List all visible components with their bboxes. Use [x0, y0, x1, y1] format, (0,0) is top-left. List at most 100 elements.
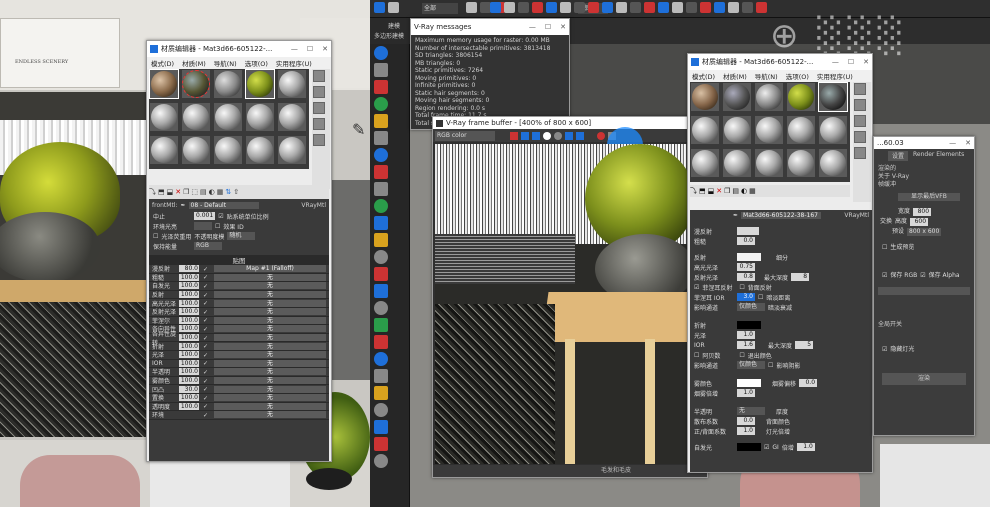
- uv-tiling-icon[interactable]: [854, 131, 866, 143]
- rotate-tool-icon[interactable]: [532, 2, 543, 13]
- material-type-button[interactable]: VRayMtl: [844, 212, 869, 219]
- sample-slot[interactable]: [786, 82, 816, 112]
- height-field[interactable]: 600: [910, 218, 929, 226]
- sample-slot[interactable]: [786, 115, 816, 145]
- background-icon[interactable]: [313, 102, 325, 114]
- sample-slot[interactable]: [181, 102, 211, 132]
- put-scene-icon[interactable]: ⬒: [699, 187, 706, 195]
- show-map-icon[interactable]: ▦: [217, 188, 224, 196]
- put-scene-icon[interactable]: ⬒: [158, 188, 165, 196]
- helper-icon[interactable]: [374, 182, 388, 196]
- ior-field[interactable]: 1.6: [737, 341, 755, 349]
- close-button[interactable]: ✕: [560, 23, 566, 31]
- menu-material[interactable]: 材质(M): [182, 58, 206, 68]
- track-icon[interactable]: [597, 131, 605, 140]
- map-enable-check[interactable]: ✓: [203, 378, 210, 385]
- grid-icon[interactable]: [742, 2, 753, 13]
- map-slot-button[interactable]: 无: [214, 385, 326, 393]
- map-amount-field[interactable]: 100.0: [179, 299, 199, 307]
- window-icon[interactable]: [504, 2, 515, 13]
- map-enable-check[interactable]: ✓: [203, 395, 210, 402]
- gloss-field[interactable]: 1.0: [737, 331, 755, 339]
- geometry-icon[interactable]: [374, 216, 388, 230]
- map-amount-field[interactable]: 100.0: [179, 342, 199, 350]
- backlight-icon[interactable]: [313, 86, 325, 98]
- map-enable-check[interactable]: ✓: [203, 403, 210, 410]
- channel-dropdown[interactable]: RGB color: [435, 130, 495, 141]
- gi-check[interactable]: ☑: [764, 444, 769, 451]
- select-icon[interactable]: [374, 46, 388, 60]
- tube-icon[interactable]: [374, 420, 388, 434]
- unit-scale-check[interactable]: ☑: [218, 213, 223, 220]
- map-slot-button[interactable]: Map #1 (Falloff): [214, 265, 326, 273]
- rotate-icon[interactable]: [374, 80, 388, 94]
- tab-modeling[interactable]: 建模: [370, 18, 412, 30]
- reflect-swatch[interactable]: [737, 253, 761, 261]
- sample-slot[interactable]: [754, 115, 784, 145]
- map-enable-check[interactable]: ✓: [203, 386, 210, 393]
- sample-slot[interactable]: [213, 135, 243, 165]
- map-slot-button[interactable]: 无: [214, 316, 326, 324]
- ruler-icon[interactable]: [728, 2, 739, 13]
- alpha-icon[interactable]: [543, 131, 551, 140]
- subdivs-field[interactable]: 8: [791, 273, 810, 281]
- effect-id-check[interactable]: ☐: [215, 223, 220, 230]
- material-name-field[interactable]: 08 - Default: [188, 201, 259, 209]
- light-icon[interactable]: [374, 114, 388, 128]
- fog-mult-field[interactable]: 1.0: [737, 389, 755, 397]
- pyramid-icon[interactable]: [374, 403, 388, 417]
- map-enable-check[interactable]: ✓: [203, 352, 210, 359]
- frame-buffer-window[interactable]: V-Ray frame buffer - [400% of 800 x 600]…: [432, 116, 708, 478]
- title-bar[interactable]: 材质编辑器 - Mat3d66-605122-... — ☐ ✕: [147, 41, 331, 57]
- picker-icon[interactable]: ✒: [181, 202, 186, 209]
- curve-icon[interactable]: [644, 2, 655, 13]
- show-map-icon[interactable]: ▦: [749, 187, 756, 195]
- video-check-icon[interactable]: [313, 134, 325, 146]
- reset-icon[interactable]: ✕: [716, 187, 722, 195]
- select-dropdown[interactable]: 全部: [422, 3, 458, 14]
- map-amount-field[interactable]: 100.0: [179, 282, 199, 290]
- assign-icon[interactable]: ⬓: [167, 188, 174, 196]
- material-editor-right[interactable]: 材质编辑器 - Mat3d66-605122-... — ☐ ✕ 模式(D) 材质(…: [687, 53, 873, 473]
- video-check-icon[interactable]: [854, 147, 866, 159]
- close-button[interactable]: ✕: [322, 45, 328, 53]
- filter-icon[interactable]: [466, 2, 477, 13]
- dim-check[interactable]: ☐: [758, 294, 763, 301]
- env-field[interactable]: [194, 222, 212, 230]
- menu-material[interactable]: 材质(M): [723, 71, 747, 81]
- fresnel-check[interactable]: ☑: [694, 284, 699, 291]
- save-alpha-check[interactable]: ☑: [920, 272, 925, 280]
- menu-utilities[interactable]: 实用程序(U): [276, 58, 312, 68]
- space-warp-icon[interactable]: [374, 250, 388, 264]
- map-enable-check[interactable]: ✓: [203, 309, 210, 316]
- map-slot-button[interactable]: 无: [214, 282, 326, 290]
- sphere-icon[interactable]: [374, 301, 388, 315]
- sun-icon[interactable]: [374, 233, 388, 247]
- menu-mode[interactable]: 模式(D): [692, 71, 715, 81]
- map-slot-button[interactable]: 无: [214, 291, 326, 299]
- unique-icon[interactable]: ⬚: [191, 188, 198, 196]
- backlight-icon[interactable]: [854, 99, 866, 111]
- snap-icon[interactable]: [560, 2, 571, 13]
- opacity-dropdown[interactable]: 随机: [227, 232, 256, 240]
- render-production-icon[interactable]: [714, 2, 725, 13]
- map-amount-field[interactable]: 100.0: [179, 334, 199, 342]
- material-editor-left[interactable]: 材质编辑器 - Mat3d66-605122-... — ☐ ✕ 模式(D) 材质(…: [146, 40, 332, 462]
- map-slot-button[interactable]: 无: [214, 368, 326, 376]
- effect-icon[interactable]: ◐: [209, 188, 215, 196]
- menu-options[interactable]: 选项(O): [786, 71, 809, 81]
- library-icon[interactable]: ▤: [732, 187, 739, 195]
- max-depth-field[interactable]: 5: [795, 341, 814, 349]
- cone-icon[interactable]: [374, 335, 388, 349]
- exit-check[interactable]: ☐: [739, 352, 744, 359]
- teapot-icon[interactable]: [374, 284, 388, 298]
- sample-slot[interactable]: [149, 135, 179, 165]
- width-field[interactable]: 800: [913, 208, 932, 216]
- map-slot-button[interactable]: 无: [214, 377, 326, 385]
- map-enable-check[interactable]: ✓: [203, 412, 210, 419]
- sample-slot[interactable]: [277, 102, 307, 132]
- self-illum-swatch[interactable]: [737, 443, 761, 451]
- close-button[interactable]: ✕: [965, 139, 971, 147]
- sample-slot[interactable]: [754, 82, 784, 112]
- render-frame-icon[interactable]: [700, 2, 711, 13]
